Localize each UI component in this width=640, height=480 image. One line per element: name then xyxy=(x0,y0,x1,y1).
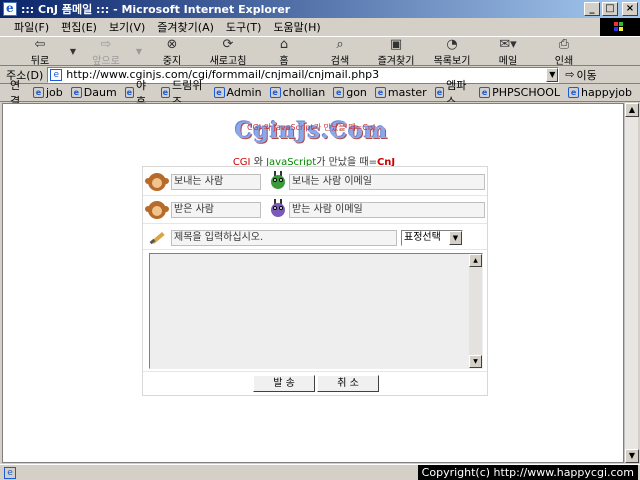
scroll-up-icon[interactable]: ▲ xyxy=(625,103,639,117)
link-gon[interactable]: e gon xyxy=(333,86,367,99)
ie-logo-icon xyxy=(3,1,17,16)
stop-button[interactable]: ⊗ 중지 xyxy=(144,37,200,67)
link-page-icon: e xyxy=(124,87,135,98)
sender-name-input[interactable]: 보내는 사람 xyxy=(171,174,261,190)
favorites-button[interactable]: ▣ 즐겨찾기 xyxy=(368,37,424,67)
back-button[interactable]: ⇦ 뒤로 xyxy=(12,37,68,67)
monkey-icon xyxy=(145,199,169,221)
purple-bug-icon xyxy=(267,199,289,221)
history-icon: ◔ xyxy=(446,37,458,52)
sender-email-input[interactable]: 보내는 사람 이메일 xyxy=(289,174,485,190)
address-bar: 주소(D) e http://www.cginjs.com/cgi/formma… xyxy=(0,66,640,84)
menu-favorites[interactable]: 즐겨찾기(A) xyxy=(151,19,220,35)
link-page-icon: e xyxy=(213,87,225,98)
menu-tools[interactable]: 도구(T) xyxy=(220,19,268,35)
status-bar: e Copyright(c) http://www.happycgi.com xyxy=(0,464,640,480)
menu-view[interactable]: 보기(V) xyxy=(103,19,151,35)
address-dropdown-icon[interactable]: ▼ xyxy=(546,67,559,82)
link-page-icon: e xyxy=(333,87,345,98)
scroll-down-icon[interactable]: ▼ xyxy=(625,449,639,463)
link-master[interactable]: e master xyxy=(374,86,427,99)
stop-icon: ⊗ xyxy=(166,37,178,52)
monkey-icon xyxy=(145,171,169,193)
mail-form: 보내는 사람 보내는 사람 이메일 받은 사람 받는 사람 이메일 제목을 입력… xyxy=(142,166,488,396)
printer-icon: ⎙ xyxy=(558,37,570,52)
back-arrow-icon: ⇦ xyxy=(34,37,46,52)
select-dropdown-icon: ▼ xyxy=(449,231,462,245)
favorites-folder-icon: ▣ xyxy=(389,37,403,52)
link-happyjob[interactable]: e happyjob xyxy=(568,86,632,99)
cancel-button[interactable]: 취 소 xyxy=(317,375,379,392)
link-page-icon: e xyxy=(33,87,44,98)
page-content: CginJs.Com CGI 와 JavaScript가 만났을 때=CnJ C… xyxy=(2,103,624,463)
receiver-name-input[interactable]: 받은 사람 xyxy=(171,202,261,218)
link-daum[interactable]: e Daum xyxy=(70,86,117,99)
link-phpschool[interactable]: e PHPSCHOOL xyxy=(479,86,560,99)
page-icon: e xyxy=(50,68,63,81)
scroll-up-icon[interactable]: ▲ xyxy=(469,254,482,267)
links-bar: 연결 e job e Daum e 야후 e 드림위즈 e Admin e chollian… xyxy=(0,79,640,108)
menu-help[interactable]: 도움말(H) xyxy=(267,19,326,35)
close-button[interactable]: × xyxy=(622,2,638,16)
mail-icon: ✉▾ xyxy=(499,37,517,52)
home-button[interactable]: ⌂ 홈 xyxy=(256,37,312,67)
subject-input[interactable]: 제목을 입력하십시오. xyxy=(171,230,397,246)
link-page-icon: e xyxy=(374,87,386,98)
link-page-icon: e xyxy=(479,87,491,98)
site-logo: CginJs.Com CGI 와 JavaScript가 만났을 때=CnJ xyxy=(235,118,395,148)
go-button[interactable]: ⇨ 이동 xyxy=(565,67,596,83)
link-job[interactable]: e job xyxy=(33,86,63,99)
search-icon: ⌕ xyxy=(336,37,344,52)
search-button[interactable]: ⌕ 검색 xyxy=(312,37,368,67)
mail-button[interactable]: ✉▾ 메일 xyxy=(480,37,536,67)
toolbar: ⇦ 뒤로 ▼ ⇨ 앞으로 ▼ ⊗ 중지 ⟳ 새로고침 ⌂ 홈 ⌕ 검색 ▣ 즐겨… xyxy=(0,36,640,67)
menu-bar: 파일(F) 편집(E) 보기(V) 즐겨찾기(A) 도구(T) 도움말(H) xyxy=(0,18,640,36)
link-page-icon: e xyxy=(160,87,171,98)
link-chollian[interactable]: e chollian xyxy=(269,86,325,99)
receiver-email-input[interactable]: 받는 사람 이메일 xyxy=(289,202,485,218)
logo-subtext: CGI 와 JavaScript가 만났을 때=CnJ xyxy=(247,123,376,132)
send-button[interactable]: 발 송 xyxy=(253,375,315,392)
print-button[interactable]: ⎙ 인쇄 xyxy=(536,37,592,67)
home-icon: ⌂ xyxy=(279,37,289,52)
forward-button[interactable]: ⇨ 앞으로 xyxy=(78,37,134,67)
page-scrollbar[interactable]: ▲ ▼ xyxy=(624,103,639,463)
minimize-button[interactable]: _ xyxy=(584,2,600,16)
refresh-button[interactable]: ⟳ 새로고침 xyxy=(200,37,256,67)
window-title: ::: CnJ 폼메일 ::: - Microsoft Internet Exp… xyxy=(21,3,291,16)
link-page-icon: e xyxy=(568,87,580,98)
history-button[interactable]: ◔ 목록보기 xyxy=(424,37,480,67)
link-admin[interactable]: e Admin xyxy=(213,86,262,99)
page-status-icon: e xyxy=(4,466,16,479)
go-arrow-icon: ⇨ xyxy=(565,68,575,81)
forward-arrow-icon: ⇨ xyxy=(100,37,112,52)
title-bar: ::: CnJ 폼메일 ::: - Microsoft Internet Exp… xyxy=(0,0,640,18)
link-page-icon: e xyxy=(269,87,281,98)
maximize-button[interactable]: □ xyxy=(602,2,618,16)
link-page-icon: e xyxy=(434,87,445,98)
green-bug-icon xyxy=(267,171,289,193)
pencil-icon xyxy=(149,228,167,246)
textarea-scrollbar[interactable]: ▲ ▼ xyxy=(469,254,482,368)
copyright-text: Copyright(c) http://www.happycgi.com xyxy=(417,465,638,480)
back-dropdown-icon[interactable]: ▼ xyxy=(68,47,78,56)
message-body-textarea[interactable]: ▲ ▼ xyxy=(149,253,483,369)
forward-dropdown-icon[interactable]: ▼ xyxy=(134,47,144,56)
windows-logo-icon xyxy=(600,18,640,36)
menu-edit[interactable]: 편집(E) xyxy=(55,19,103,35)
link-page-icon: e xyxy=(70,87,82,98)
refresh-icon: ⟳ xyxy=(222,37,234,52)
menu-file[interactable]: 파일(F) xyxy=(8,19,55,35)
emoticon-select[interactable]: 표정선택 ▼ xyxy=(401,230,463,246)
scroll-down-icon[interactable]: ▼ xyxy=(469,355,482,368)
